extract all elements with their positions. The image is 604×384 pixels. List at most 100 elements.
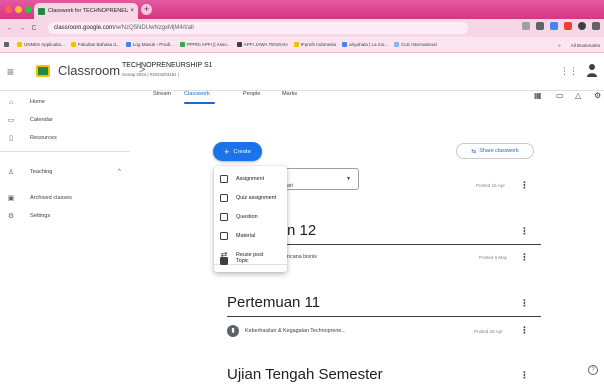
archive-icon: ▣: [7, 195, 15, 202]
browser-titlebar: Classwork for TECHNOPRENEU × +: [0, 0, 604, 19]
topic-heading: Ujian Tengah Semester: [227, 366, 383, 383]
expand-caret-icon[interactable]: ^: [118, 169, 121, 175]
menu-item-quiz-assignment[interactable]: Quiz assignment: [214, 189, 287, 206]
post-menu-icon[interactable]: ⋮: [520, 180, 529, 191]
material-icon: ▮: [227, 325, 239, 337]
post-date: Posted 15 Apr: [476, 183, 505, 188]
class-settings-icon[interactable]: ⚙: [594, 91, 601, 100]
menu-item-material[interactable]: Material: [214, 227, 287, 244]
post-menu-icon[interactable]: ⋮: [520, 325, 529, 336]
extension-icon[interactable]: [550, 22, 558, 30]
settings-icon: ⚙: [7, 213, 15, 220]
sidebar-item-calendar[interactable]: ▭ Calendar: [0, 111, 135, 129]
calendar-icon: ▭: [7, 117, 15, 124]
topic-heading: Pertemuan 11: [227, 294, 321, 311]
topic-divider: [287, 244, 541, 245]
profile-icon[interactable]: [578, 22, 586, 30]
minimize-window-icon[interactable]: [15, 6, 22, 13]
sidebar-item-settings[interactable]: ⚙ Settings: [0, 207, 135, 225]
bookmark-item[interactable]: UNNES Applicatio...: [17, 42, 65, 47]
topic-menu-icon[interactable]: ⋮: [520, 370, 529, 381]
google-apps-icon[interactable]: ⋮⋮: [560, 66, 578, 77]
address-bar[interactable]: classroom.google.com/w/NzQ5NDUwNzgxMjM4/…: [48, 22, 468, 34]
maximize-window-icon[interactable]: [25, 6, 32, 13]
bookmark-item[interactable]: Fakultas Bahasa d...: [70, 42, 120, 47]
classroom-header: ≡ Classroom > TECHNOPRENEURSHIP S1 Genap…: [0, 53, 604, 91]
post-menu-icon[interactable]: ⋮: [520, 252, 529, 263]
tab-marks[interactable]: Marks: [282, 91, 297, 97]
material-icon: [220, 231, 228, 240]
sidebar: ⌂ Home ▭ Calendar ▯ Resources ♙ Teaching ^ ▣…: [0, 91, 135, 384]
apps-shortcut-icon[interactable]: [4, 42, 11, 47]
topic-divider: [227, 316, 541, 317]
extension-icon[interactable]: [522, 22, 530, 30]
bookmark-item[interactable]: IFprofs Indonesia: [293, 42, 336, 47]
browser-toolbar: ← → C classroom.google.com/w/NzQ5NDUwNzg…: [0, 19, 604, 37]
sidebar-item-teaching[interactable]: ♙ Teaching ^: [0, 163, 135, 181]
course-name[interactable]: TECHNOPRENEURSHIP S1: [122, 62, 213, 69]
post-date: Posted 6 May: [479, 255, 508, 260]
app-name[interactable]: Classroom: [58, 63, 120, 78]
tab-people[interactable]: People: [243, 91, 260, 97]
classroom-favicon-icon: [38, 7, 45, 15]
menu-item-topic[interactable]: Topic: [214, 252, 287, 269]
bookmark-item[interactable]: ariyahala | La mo...: [342, 42, 388, 47]
menu-item-assignment[interactable]: Assignment: [214, 170, 287, 187]
quiz-icon: [220, 193, 228, 202]
share-classwork-button[interactable]: ⇆ Share classwork: [456, 143, 534, 159]
close-window-icon[interactable]: [5, 6, 12, 13]
course-subtitle: Genap 2024 | #2024203181 |: [122, 72, 179, 77]
share-link-icon: ⇆: [471, 148, 477, 155]
sidebar-divider: [0, 151, 130, 152]
bookmark-item[interactable]: PPPDI APFI || Asso...: [179, 42, 231, 47]
topic-icon: [220, 256, 228, 265]
teaching-icon: ♙: [7, 169, 15, 176]
back-icon[interactable]: ←: [4, 25, 16, 32]
browser-tab[interactable]: Classwork for TECHNOPRENEU ×: [34, 3, 138, 19]
plus-icon: +: [224, 146, 230, 157]
tab-title: Classwork for TECHNOPRENEU: [48, 8, 129, 14]
forward-icon[interactable]: →: [16, 25, 28, 32]
more-options-icon[interactable]: [592, 22, 600, 30]
url-domain: classroom.google.com: [54, 25, 115, 31]
home-icon: ⌂: [8, 98, 14, 106]
sidebar-item-archived-classes[interactable]: ▣ Archived classes: [0, 189, 135, 207]
post-title[interactable]: Keberhasilan & Kegagalan Technoprene...: [245, 328, 346, 334]
bookmarks-overflow[interactable]: »: [558, 43, 561, 48]
url-path: /w/NzQ5NDUwNzgxMjM4/t/all: [114, 25, 194, 31]
tab-close-icon[interactable]: ×: [130, 8, 134, 14]
bookmark-item[interactable]: CLE International: [394, 42, 437, 47]
tab-classwork[interactable]: Classwork: [184, 91, 210, 97]
folder-icon[interactable]: ▭: [556, 91, 564, 100]
main-menu-icon[interactable]: ≡: [7, 65, 14, 79]
topic-menu-icon[interactable]: ⋮: [520, 298, 529, 309]
new-tab-button[interactable]: +: [141, 4, 152, 15]
sidebar-item-resources[interactable]: ▯ Resources: [0, 129, 135, 147]
help-icon[interactable]: ?: [588, 365, 598, 375]
bookmark-item[interactable]: APFI JAWA TENGAH: [236, 42, 288, 47]
tab-stream[interactable]: Stream: [153, 91, 171, 97]
sidebar-item-home[interactable]: ⌂ Home: [0, 93, 135, 111]
bookmarks-bar: UNNES Applicatio... Fakultas Bahasa d...…: [0, 37, 604, 53]
bookmark-item[interactable]: Log Masuk › Prodi...: [125, 42, 174, 47]
drive-icon[interactable]: △: [575, 91, 581, 100]
account-avatar-icon[interactable]: [586, 63, 598, 77]
topic-menu-icon[interactable]: ⋮: [520, 226, 529, 237]
post-date: Posted 29 Apr: [474, 329, 503, 334]
assignment-icon: [220, 174, 228, 183]
topic-heading: n 12: [287, 222, 317, 239]
bookmark-star-icon[interactable]: [536, 22, 544, 30]
resources-icon: ▯: [9, 135, 13, 142]
all-bookmarks[interactable]: All Bookmarks: [571, 43, 600, 48]
classroom-logo-icon[interactable]: [36, 65, 50, 77]
menu-item-question[interactable]: Question: [214, 208, 287, 225]
extension-icon[interactable]: [564, 22, 572, 30]
post-title[interactable]: ncana bisnis: [287, 254, 317, 260]
dropdown-arrow-icon: ▼: [346, 176, 351, 182]
create-button[interactable]: + Create: [213, 142, 262, 161]
reload-icon[interactable]: C: [28, 25, 40, 32]
active-tab-indicator: [184, 102, 215, 104]
post-title[interactable]: ari: [287, 183, 293, 189]
question-icon: [220, 212, 228, 221]
calendar-view-icon[interactable]: ▦: [534, 91, 542, 100]
